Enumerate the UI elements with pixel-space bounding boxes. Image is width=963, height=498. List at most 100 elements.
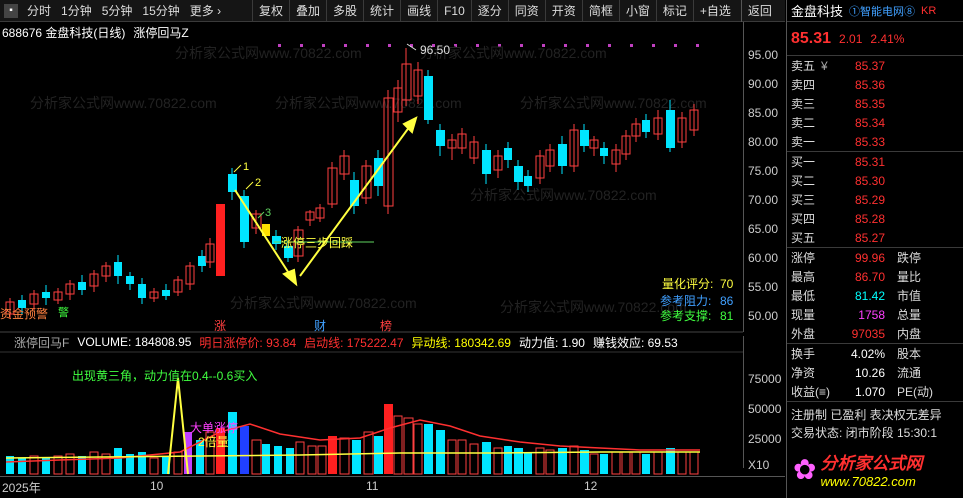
chart-toolbar: ▪ 分时 1分钟 5分钟 15分钟 更多 › 复权 叠加 多股 统计 画线 F1… — [0, 0, 785, 22]
stat-row: 最高 86.70 量比 — [791, 269, 922, 285]
marker-2: 2 — [255, 177, 261, 189]
per-minute-button[interactable]: 逐分 — [470, 0, 508, 22]
marker-1: 1 — [243, 161, 249, 173]
score-panel: 量化评分: 70 参考阻力: 86 参考支撑: 81 — [660, 277, 734, 323]
trend-arrows — [234, 116, 418, 287]
volume-tick: 25000 — [748, 432, 782, 446]
volume-value: VOLUME: 184808.95 — [77, 335, 192, 349]
date-axis: 2025年 10 11 12 — [0, 476, 785, 498]
logo-url: www.70822.com — [820, 474, 916, 489]
sell-row: 卖五 ¥85.37 — [791, 58, 885, 74]
watermark: 分析家公式网www.70822.com — [230, 295, 417, 311]
price-tick: 80.00 — [748, 135, 779, 149]
mark-button[interactable]: 标记 — [655, 0, 693, 22]
buy-book: 买一 85.31 买二 85.30 买三 85.29 买四 85.28 买五 85.27 — [787, 151, 963, 247]
stat-row: 现量 1758 总量 — [791, 307, 922, 323]
price-tick: 65.00 — [748, 222, 779, 236]
price-tick: 95.00 — [748, 48, 779, 62]
svg-text:量化评分:: 量化评分: — [662, 277, 713, 291]
price-tick: 50.00 — [748, 309, 779, 323]
overlay-button[interactable]: 叠加 — [289, 0, 326, 22]
watermark: 分析家公式网www.70822.com — [470, 187, 657, 203]
step-markers: 1 2 3 — [233, 161, 271, 219]
price-change: 2.01 — [839, 31, 863, 46]
stats-block: 涨停 99.96 跌停 最高 86.70 量比 最低 81.42 市值 现量 1758 总量 外… — [787, 247, 963, 343]
peak-price-label: 96.50 — [420, 43, 450, 57]
event-limit-up: 涨 — [214, 318, 226, 333]
sell-row: 卖三 85.35 — [791, 96, 885, 112]
watermark: 分析家公式网www.70822.com — [175, 45, 362, 61]
sell-row: 卖四 85.36 — [791, 77, 885, 93]
open-capital-button[interactable]: 开资 — [544, 0, 582, 22]
buy-row: 买三 85.29 — [791, 192, 885, 208]
start-line-value: 启动线: 175222.47 — [304, 335, 404, 350]
price-tick: 55.00 — [748, 280, 779, 294]
registration-info: 注册制 已盈利 表决权无差异 — [791, 408, 942, 422]
volume-multiplier: X10 — [748, 458, 770, 472]
abnormal-line-value: 异动线: 180342.69 — [411, 335, 511, 350]
marker-3: 3 — [265, 207, 271, 219]
date-label: 12 — [584, 479, 598, 493]
small-window-button[interactable]: 小窗 — [618, 0, 656, 22]
volume-axis: 75000 50000 25000 X10 — [743, 336, 785, 472]
sell-row: 卖二 85.34 — [791, 115, 885, 131]
double-volume-label: 2倍量 — [198, 434, 229, 449]
price-change-pct: 2.41% — [870, 31, 905, 46]
buy-row: 买二 85.30 — [791, 173, 885, 189]
tab-1min[interactable]: 1分钟 — [56, 0, 97, 22]
event-finance: 财 — [314, 319, 326, 333]
svg-text:参考阻力:: 参考阻力: — [660, 293, 711, 308]
same-capital-button[interactable]: 同资 — [507, 0, 545, 22]
price-tick: 60.00 — [748, 251, 779, 265]
quote-panel: 金盘科技 ①智能电网⑧ KR 85.31 2.01 2.41% 卖五 ¥85.37… — [786, 0, 963, 498]
stat-row: 外盘 97035 内盘 — [791, 326, 922, 342]
buy-hint-label: 出现黄三角，动力值在0.4--0.6买入 — [72, 368, 257, 383]
multi-stock-button[interactable]: 多股 — [326, 0, 363, 22]
kr-tag: KR — [921, 4, 937, 17]
tags-block: 注册制 已盈利 表决权无差异 交易状态: 闭市阶段 15:30:1 — [787, 401, 963, 442]
tab-15min[interactable]: 15分钟 — [137, 0, 184, 22]
logo-text: 分析家公式网 — [820, 454, 923, 473]
candles — [5, 48, 699, 318]
indicator-name[interactable]: 涨停回马F — [0, 334, 69, 351]
restore-rights-button[interactable]: 复权 — [252, 0, 289, 22]
price-axis: 95.00 90.00 85.00 80.00 75.00 70.00 65.0… — [743, 22, 785, 332]
stat-row: 收益(≡) 1.070 PE(动) — [791, 384, 934, 400]
stats-button[interactable]: 统计 — [363, 0, 400, 22]
tab-fenshi[interactable]: 分时 — [22, 0, 56, 22]
profit-effect-value: 赚钱效应: 69.53 — [592, 335, 678, 350]
stat-row: 净资 10.26 流通 — [791, 365, 922, 381]
sell-book: 卖五 ¥85.37 卖四 85.36 卖三 85.35 卖二 85.34 卖一 85.33 — [787, 56, 963, 151]
power-value: 动力值: 1.90 — [518, 335, 585, 350]
indicator-header: 涨停回马F VOLUME: 184808.95 明日涨停价: 93.84 启动线… — [0, 334, 743, 350]
last-price: 85.31 — [791, 29, 832, 47]
buy-row: 买五 85.27 — [791, 230, 885, 246]
date-label: 11 — [366, 479, 379, 493]
kline-chart[interactable]: 分析家公式网www.70822.com 分析家公式网www.70822.com … — [0, 22, 785, 476]
tab-more[interactable]: 更多 › — [185, 0, 226, 22]
watermark: 分析家公式网www.70822.com — [520, 95, 707, 111]
back-button[interactable]: 返回 — [740, 0, 778, 22]
menu-icon[interactable]: ▪ — [4, 3, 18, 18]
event-ranking: 榜 — [380, 318, 392, 333]
big-order-label: 大单涨停 — [190, 420, 238, 435]
buy-row: 买四 85.28 — [791, 211, 885, 227]
watermark: 分析家公式网www.70822.com — [30, 95, 217, 111]
simple-frame-button[interactable]: 简框 — [581, 0, 619, 22]
price-tick: 75.00 — [748, 164, 779, 178]
price-tick: 70.00 — [748, 193, 779, 207]
stats-block-2: 换手 4.02% 股本 净资 10.26 流通 收益(≡) 1.070 PE(动) — [787, 343, 963, 401]
buy-row: 买一 85.31 — [791, 154, 885, 170]
concept-tag[interactable]: ①智能电网⑧ — [849, 3, 915, 19]
svg-text:86: 86 — [720, 294, 734, 308]
flower-icon: ✿ — [793, 453, 817, 485]
price-tick: 85.00 — [748, 106, 779, 120]
warning-label: 警 — [58, 305, 69, 319]
f10-button[interactable]: F10 — [437, 0, 471, 22]
sell-row: 卖一 85.33 — [791, 134, 885, 150]
tab-5min[interactable]: 5分钟 — [97, 0, 138, 22]
site-logo: ✿ 分析家公式网 www.70822.com — [787, 440, 963, 498]
add-watchlist-button[interactable]: +自选 — [692, 0, 737, 22]
draw-line-button[interactable]: 画线 — [400, 0, 437, 22]
stat-row: 涨停 99.96 跌停 — [791, 250, 922, 266]
